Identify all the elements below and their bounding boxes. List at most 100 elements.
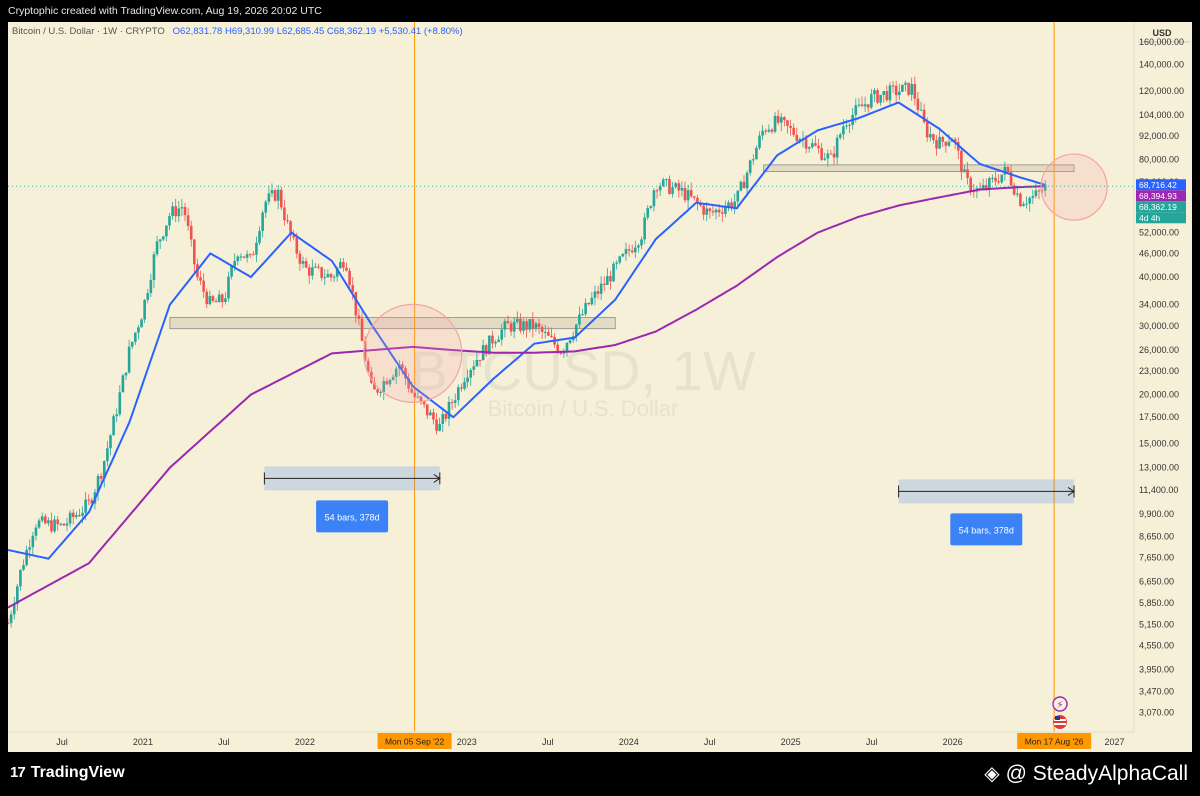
candle-body	[621, 253, 625, 257]
author-caption: Cryptophic created with TradingView.com,…	[0, 0, 1200, 22]
candle-body	[65, 523, 69, 526]
time-tick-label: Jul	[704, 737, 716, 747]
candle-body	[826, 153, 830, 159]
candle-body	[295, 237, 299, 254]
price-tick-label: 8,650.00	[1139, 532, 1174, 542]
candle-body	[1034, 190, 1038, 197]
candle-body	[28, 547, 32, 550]
candle-body	[438, 424, 441, 431]
candle-body	[748, 160, 752, 173]
candle-body	[357, 315, 361, 319]
candle-body	[360, 318, 364, 341]
candle-body	[59, 523, 63, 525]
candle-body	[947, 141, 951, 146]
candle-body	[84, 499, 87, 513]
tradingview-logo[interactable]: 17 TradingView	[10, 764, 125, 782]
time-tick-label: 2024	[619, 737, 639, 747]
candle-body	[590, 297, 594, 305]
candle-body	[149, 280, 153, 294]
price-tick-label: 3,470.00	[1139, 687, 1174, 697]
candle-body	[811, 143, 814, 148]
candle-body	[466, 377, 469, 383]
price-tick-label: 23,000.00	[1139, 366, 1179, 376]
candle-body	[994, 177, 997, 182]
candle-body	[233, 260, 236, 267]
candle-body	[130, 341, 134, 347]
watermark-name: Bitcoin / U.S. Dollar	[488, 396, 679, 421]
candle-body	[733, 201, 736, 208]
candle-body	[220, 294, 224, 302]
candle-body	[984, 185, 988, 189]
price-tick-label: 40,000.00	[1139, 272, 1179, 282]
chart-area[interactable]: BTCUSD, 1W Bitcoin / U.S. Dollar 54 bars…	[8, 22, 1192, 752]
candle-body	[658, 186, 662, 191]
candle-body	[637, 245, 640, 248]
candle-body	[469, 369, 473, 378]
candle-body	[124, 372, 128, 376]
candle-body	[444, 414, 448, 419]
time-highlight-label: Mon 17 Aug '26	[1025, 737, 1084, 747]
candle-body	[742, 181, 746, 189]
candle-body	[62, 523, 66, 526]
candle-body	[475, 359, 479, 367]
candle-body	[463, 382, 466, 389]
author-handle: @ SteadyAlphaCall	[1005, 762, 1188, 785]
legend-close: C68,362.19	[326, 26, 377, 37]
candle-body	[876, 90, 879, 103]
legend-low: L62,685.45	[276, 26, 325, 37]
candle-body	[252, 254, 255, 256]
candle-body	[578, 314, 581, 325]
tradingview-mark-icon: 17	[10, 764, 26, 781]
candle-body	[649, 206, 653, 209]
candle-body	[326, 274, 330, 278]
candle-body	[736, 190, 740, 202]
candle-body	[925, 122, 929, 138]
highlight-circle	[1040, 153, 1108, 221]
symbol-legend[interactable]: Bitcoin / U.S. Dollar · 1W · CRYPTO O62,…	[12, 26, 463, 37]
candle-body	[217, 294, 221, 303]
candle-body	[870, 94, 873, 108]
candle-body	[835, 137, 839, 158]
price-chart[interactable]: BTCUSD, 1W Bitcoin / U.S. Dollar 54 bars…	[8, 22, 1192, 752]
candle-body	[941, 136, 945, 142]
candle-body	[512, 321, 516, 332]
candle-body	[478, 359, 482, 361]
candle-body	[596, 291, 600, 294]
candle-body	[1015, 193, 1019, 195]
candle-body	[180, 207, 184, 209]
price-badge-text: 68,394.93	[1139, 191, 1177, 201]
price-tick-label: 140,000.00	[1139, 60, 1184, 70]
legend-change: +5,530.41 (+8.80%)	[378, 26, 463, 37]
candle-body	[997, 181, 1000, 183]
candle-body	[320, 267, 323, 278]
candle-body	[205, 291, 209, 305]
candle-body	[435, 419, 438, 431]
event-icons[interactable]: ⚡	[1052, 696, 1068, 729]
price-tick-label: 26,000.00	[1139, 345, 1179, 355]
price-tick-label: 160,000.00	[1139, 37, 1184, 47]
candle-body	[932, 134, 935, 140]
candle-body	[640, 239, 643, 246]
legend-open: O62,831.78	[172, 26, 223, 37]
candle-body	[332, 276, 336, 278]
candle-body	[342, 262, 345, 268]
candle-body	[34, 527, 38, 536]
candle-body	[848, 124, 851, 126]
candle-body	[158, 239, 162, 242]
candle-body	[519, 318, 522, 331]
candle-body	[453, 400, 457, 403]
candle-body	[68, 512, 72, 524]
candle-body	[99, 475, 103, 479]
candle-body	[795, 134, 799, 141]
time-tick-label: Jul	[56, 737, 68, 747]
candle-body	[193, 239, 196, 265]
time-tick-label: Jul	[542, 737, 554, 747]
candle-body	[491, 335, 494, 344]
candle-body	[599, 283, 603, 294]
price-tick-label: 3,070.00	[1139, 707, 1174, 717]
candle-body	[1000, 174, 1004, 183]
candle-body	[823, 158, 827, 160]
candle-body	[792, 127, 795, 135]
candle-body	[702, 205, 705, 215]
price-tick-label: 104,000.00	[1139, 110, 1184, 120]
